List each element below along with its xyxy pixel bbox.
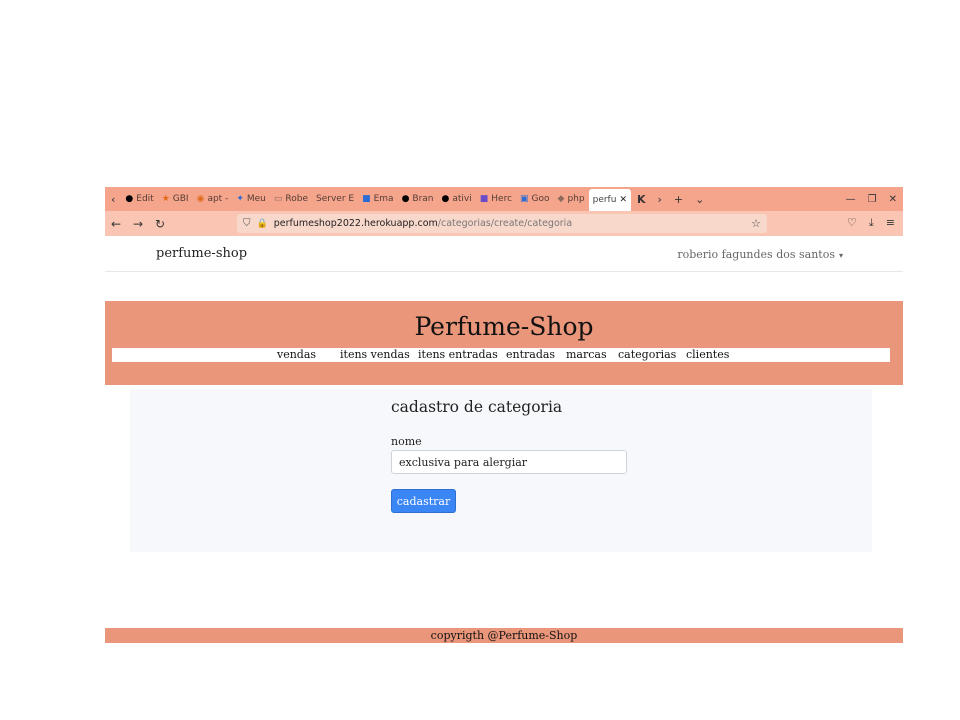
footer: copyrigth @Perfume-Shop — [105, 628, 903, 643]
tab-9[interactable]: ■ Herc — [476, 189, 516, 209]
tab-5[interactable]: Server E — [312, 189, 358, 209]
robe-icon: ▭ — [273, 194, 283, 204]
menu-item-marcas[interactable]: marcas — [566, 348, 607, 362]
heroku-icon: ■ — [479, 194, 489, 204]
k-extension-icon[interactable]: K — [631, 193, 652, 206]
app-navbar: perfume-shop roberio fagundes dos santos… — [105, 236, 903, 272]
url-path: /categorias/create/categoria — [437, 218, 573, 229]
apt-icon: ◉ — [196, 194, 205, 204]
translate-icon: ▣ — [520, 194, 529, 204]
tab-scroll-right-icon[interactable]: › — [652, 193, 668, 206]
github-icon: ● — [401, 194, 410, 204]
tab-scroll-left-icon[interactable]: ‹ — [105, 193, 121, 206]
gbi-icon: ★ — [161, 194, 170, 204]
back-icon[interactable]: ← — [105, 217, 127, 231]
lock-icon[interactable]: 🔒 — [257, 219, 268, 229]
site-title: Perfume-Shop — [414, 312, 594, 341]
menu-item-itens-vendas[interactable]: itens vendas — [340, 348, 410, 362]
close-tab-icon[interactable]: ✕ — [619, 195, 627, 205]
bookmark-star-icon[interactable]: ☆ — [751, 217, 761, 230]
menu-item-vendas[interactable]: vendas — [277, 348, 316, 362]
outlook-icon: ■ — [362, 194, 371, 204]
reload-icon[interactable]: ↻ — [149, 217, 171, 231]
github-icon: ● — [441, 194, 450, 204]
tab-active[interactable]: perfu ✕ — [588, 189, 631, 211]
pocket-icon[interactable]: ♡ — [847, 216, 857, 230]
tab-8[interactable]: ● ativi — [438, 189, 476, 209]
restore-icon[interactable]: ❐ — [862, 194, 883, 205]
browser-window: ‹ ● Edit ★ GBI ◉ apt - ✦ Meu ▭ Robe Server E … — [105, 187, 903, 643]
download-icon[interactable]: ⤓ — [869, 216, 874, 230]
cadastrar-button[interactable]: cadastrar — [391, 489, 456, 513]
toolbar-icons: ♡ ⤓ ≡ — [847, 216, 895, 230]
menu-item-itens-entradas[interactable]: itens entradas — [418, 348, 498, 362]
tab-6[interactable]: ■ Ema — [358, 189, 397, 209]
tab-2[interactable]: ◉ apt - — [193, 189, 233, 209]
brand-link[interactable]: perfume-shop — [156, 246, 247, 261]
caret-down-icon: ▾ — [838, 251, 843, 260]
tab-4[interactable]: ▭ Robe — [270, 189, 312, 209]
tab-list-icon[interactable]: ⌄ — [689, 193, 710, 206]
php-icon: ◆ — [557, 194, 565, 204]
tab-3[interactable]: ✦ Meu — [232, 189, 270, 209]
shield-icon[interactable]: ⛉ — [243, 218, 251, 229]
menu-item-entradas[interactable]: entradas — [506, 348, 555, 362]
meu-icon: ✦ — [236, 194, 244, 204]
address-bar[interactable]: ⛉ 🔒 perfumeshop2022.herokuapp.com/catego… — [237, 214, 767, 233]
tab-strip: ‹ ● Edit ★ GBI ◉ apt - ✦ Meu ▭ Robe Server E … — [105, 187, 903, 211]
url-host: perfumeshop2022.herokuapp.com — [273, 218, 438, 229]
tab-7[interactable]: ● Bran — [398, 189, 438, 209]
tab-1[interactable]: ★ GBI — [158, 189, 193, 209]
hero-header: Perfume-Shop vendas itens vendas itens e… — [105, 301, 903, 385]
form-title: cadastro de categoria — [391, 398, 563, 416]
name-input[interactable] — [391, 450, 627, 474]
form-card: cadastro de categoria nome cadastrar — [130, 389, 872, 552]
close-window-icon[interactable]: ✕ — [883, 194, 903, 205]
forward-icon[interactable]: → — [127, 217, 149, 231]
name-label: nome — [391, 435, 422, 448]
browser-nav-bar: ← → ↻ ⛉ 🔒 perfumeshop2022.herokuapp.com /… — [105, 211, 903, 236]
new-tab-icon[interactable]: + — [668, 193, 689, 206]
menu-item-categorias[interactable]: categorias — [618, 348, 676, 362]
user-dropdown[interactable]: roberio fagundes dos santos ▾ — [677, 248, 843, 261]
github-icon: ● — [125, 194, 134, 204]
tab-11[interactable]: ◆ php — [554, 189, 589, 209]
minimize-icon[interactable]: — — [840, 194, 862, 205]
tab-10[interactable]: ▣ Goo — [516, 189, 554, 209]
menu-item-clientes[interactable]: clientes — [686, 348, 729, 362]
tab-0[interactable]: ● Edit — [121, 189, 157, 209]
main-menu: vendas itens vendas itens entradas entra… — [112, 348, 890, 362]
web-page: perfume-shop roberio fagundes dos santos… — [105, 236, 903, 643]
menu-icon[interactable]: ≡ — [886, 216, 895, 230]
user-name: roberio fagundes dos santos — [677, 248, 835, 261]
